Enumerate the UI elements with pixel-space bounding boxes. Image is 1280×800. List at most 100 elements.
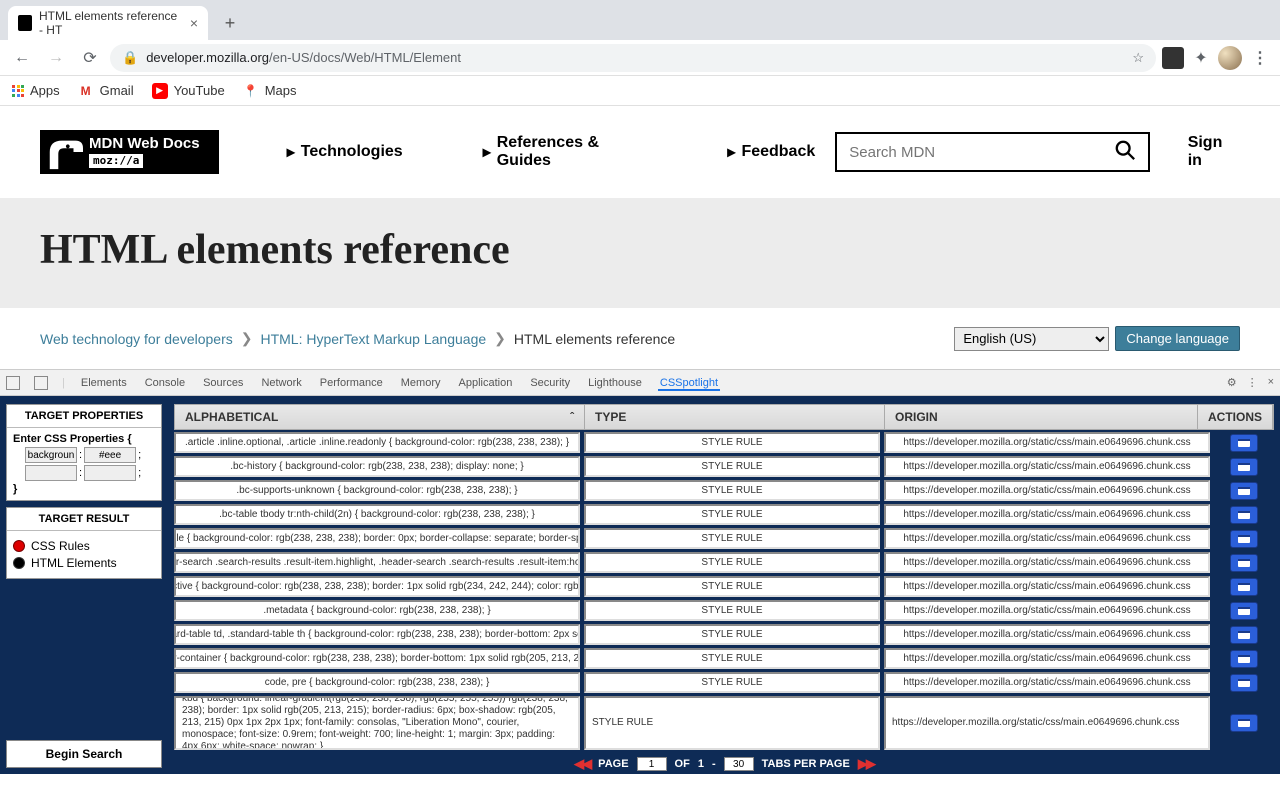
close-brace: } (13, 483, 155, 495)
close-devtools-icon[interactable]: × (1268, 376, 1274, 389)
address-bar[interactable]: 🔒 developer.mozilla.org/en-US/docs/Web/H… (110, 44, 1156, 72)
cell-rule: .standard-table td, .standard-table th {… (174, 624, 580, 645)
forward-button[interactable]: → (42, 44, 70, 72)
prev-page-icon[interactable]: ◀◀ (574, 756, 590, 772)
back-button[interactable]: ← (8, 44, 36, 72)
begin-search-button[interactable]: Begin Search (6, 740, 162, 768)
mdn-logo[interactable]: MDN Web Docs moz://a (40, 130, 219, 174)
nav-references[interactable]: ▸ References & Guides (483, 134, 648, 170)
action-button[interactable] (1230, 578, 1258, 596)
table-row: .bc-table tbody tr:nth-child(2n) { backg… (174, 504, 1274, 525)
cell-action (1214, 504, 1274, 525)
action-button[interactable] (1230, 714, 1258, 732)
css-key-input-2[interactable] (25, 465, 77, 481)
devtools-tab-performance[interactable]: Performance (318, 377, 385, 389)
device-icon[interactable] (34, 376, 48, 390)
action-button[interactable] (1230, 554, 1258, 572)
cell-action (1214, 528, 1274, 549)
radio-css-rules[interactable]: CSS Rules (13, 539, 155, 553)
css-key-input[interactable] (25, 447, 77, 463)
action-button[interactable] (1230, 626, 1258, 644)
devtools-tab-console[interactable]: Console (143, 377, 187, 389)
devtools-tab-elements[interactable]: Elements (79, 377, 129, 389)
action-button[interactable] (1230, 434, 1258, 452)
bookmark-maps[interactable]: 📍 Maps (243, 83, 297, 99)
search-box[interactable] (835, 132, 1149, 172)
table-row: .article .inline.optional, .article .inl… (174, 432, 1274, 453)
cell-rule: .article .inline.optional, .article .inl… (174, 432, 580, 453)
radio-html-elements[interactable]: HTML Elements (13, 556, 155, 570)
column-type[interactable]: TYPE (585, 405, 885, 429)
radio-icon (13, 540, 25, 552)
column-origin[interactable]: ORIGIN (885, 405, 1198, 429)
per-page-input[interactable] (724, 757, 754, 771)
url-path: /en-US/docs/Web/HTML/Element (269, 50, 461, 65)
browser-tab[interactable]: HTML elements reference - HT × (8, 6, 208, 40)
bookmark-youtube[interactable]: ▶ YouTube (152, 83, 225, 99)
favicon (18, 15, 32, 31)
cell-action (1214, 576, 1274, 597)
breadcrumb[interactable]: Web technology for developers (40, 331, 233, 347)
devtools-tab-security[interactable]: Security (528, 377, 572, 389)
cell-rule: .bc-history { background-color: rgb(238,… (174, 456, 580, 477)
breadcrumb[interactable]: HTML: HyperText Markup Language (260, 331, 486, 347)
action-button[interactable] (1230, 674, 1258, 692)
action-button[interactable] (1230, 482, 1258, 500)
maps-icon: 📍 (243, 83, 259, 99)
css-value-input[interactable] (84, 447, 136, 463)
action-button[interactable] (1230, 506, 1258, 524)
action-button[interactable] (1230, 650, 1258, 668)
table-row: .standard-table td, .standard-table th {… (174, 624, 1274, 645)
action-button[interactable] (1230, 530, 1258, 548)
next-page-icon[interactable]: ▶▶ (858, 756, 874, 772)
per-page-label: TABS PER PAGE (762, 758, 850, 770)
cell-action (1214, 600, 1274, 621)
css-value-input-2[interactable] (84, 465, 136, 481)
action-button[interactable] (1230, 458, 1258, 476)
cell-rule: .interactive { background-color: rgb(238… (174, 576, 580, 597)
nav-feedback[interactable]: ▸ Feedback (727, 134, 815, 170)
settings-icon[interactable]: ⚙ (1227, 376, 1237, 389)
more-icon[interactable]: ⋮ (1247, 376, 1258, 389)
cell-action (1214, 672, 1274, 693)
chevron-right-icon: ❯ (494, 330, 506, 347)
devtools-tab-sources[interactable]: Sources (201, 377, 245, 389)
panel-title-target-properties: TARGET PROPERTIES (7, 405, 161, 428)
reload-button[interactable]: ⟳ (76, 44, 104, 72)
column-alphabetical[interactable]: ALPHABETICALˆ (175, 405, 585, 429)
table-row: .header-search .search-results .result-i… (174, 552, 1274, 573)
action-button[interactable] (1230, 602, 1258, 620)
logo-text: MDN Web Docs (89, 136, 200, 153)
page-label: PAGE (598, 758, 628, 770)
change-language-button[interactable]: Change language (1115, 326, 1240, 351)
cell-type: STYLE RULE (584, 432, 880, 453)
search-icon[interactable] (1114, 139, 1136, 166)
panel-title-target-result: TARGET RESULT (7, 508, 161, 531)
star-icon[interactable]: ☆ (1132, 50, 1144, 66)
close-icon[interactable]: × (190, 15, 198, 31)
cell-rule: kbd { background: linear-gradient(rgb(23… (174, 696, 580, 750)
devtools-tab-network[interactable]: Network (259, 377, 303, 389)
youtube-icon: ▶ (152, 83, 168, 99)
extension-icon[interactable] (1162, 47, 1184, 69)
devtools-tab-memory[interactable]: Memory (399, 377, 443, 389)
devtools-tab-application[interactable]: Application (457, 377, 515, 389)
cell-type: STYLE RULE (584, 648, 880, 669)
new-tab-button[interactable]: + (216, 9, 244, 37)
nav-technologies[interactable]: ▸ Technologies (287, 134, 403, 170)
sign-in-link[interactable]: Sign in (1188, 134, 1240, 170)
language-select[interactable]: English (US) (954, 327, 1109, 351)
extensions-button[interactable]: ✦ (1190, 47, 1212, 69)
bookmark-apps[interactable]: Apps (12, 83, 60, 98)
search-input[interactable] (849, 144, 1113, 161)
bookmark-gmail[interactable]: M Gmail (78, 83, 134, 99)
cell-origin: https://developer.mozilla.org/static/css… (884, 456, 1210, 477)
profile-avatar[interactable] (1218, 46, 1242, 70)
page-input[interactable] (637, 757, 667, 771)
browser-menu-button[interactable]: ⋮ (1248, 48, 1272, 68)
inspect-icon[interactable] (6, 376, 20, 390)
devtools-tab-lighthouse[interactable]: Lighthouse (586, 377, 644, 389)
cell-origin: https://developer.mozilla.org/static/css… (884, 576, 1210, 597)
cell-rule: .titlebar-container { background-color: … (174, 648, 580, 669)
devtools-tab-csspotlight[interactable]: CSSpotlight (658, 377, 720, 391)
